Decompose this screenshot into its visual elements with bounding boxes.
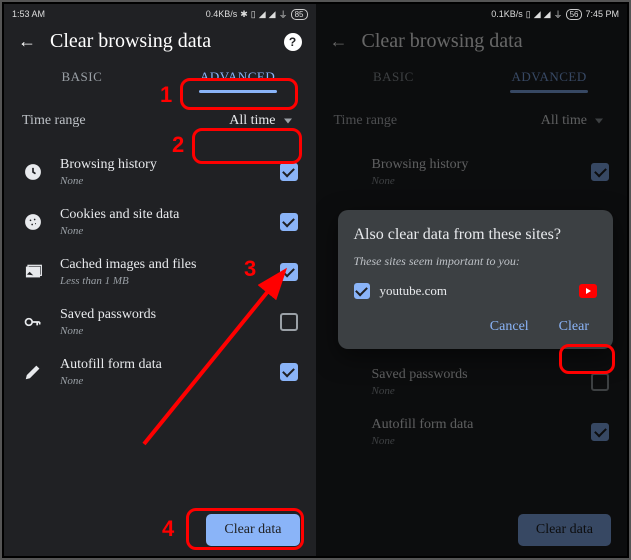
status-time: 1:53 AM <box>12 9 45 19</box>
battery-icon: 85 <box>291 9 308 20</box>
sim-icon: ▯ <box>526 9 531 20</box>
tabs: BASIC ADVANCED <box>316 61 628 95</box>
list-item[interactable]: Autofill form data None <box>316 407 628 457</box>
item-sub: None <box>60 375 264 387</box>
dialog-subtext: These sites seem important to you: <box>354 254 598 269</box>
phone-right: 0.1KB/s ▯ ◢ ◢ ⏚ 56 7:45 PM ← Clear brows… <box>316 4 628 556</box>
list-item[interactable]: Autofill form data None <box>4 347 316 397</box>
item-label: Cookies and site data <box>60 207 264 223</box>
item-label: Browsing history <box>60 157 264 173</box>
signal-icon: ◢ <box>544 9 551 20</box>
time-range-select[interactable]: All time <box>527 109 609 133</box>
annotation-number: 4 <box>162 516 174 542</box>
tab-advanced[interactable]: ADVANCED <box>160 61 316 95</box>
site-name: youtube.com <box>380 283 448 299</box>
phone-left: 1:53 AM 0.4KB/s ✱ ▯ ◢ ◢ ⏚ 85 ← Clear bro… <box>4 4 316 556</box>
checkbox[interactable] <box>280 163 298 181</box>
wifi-icon: ⏚ <box>554 8 563 21</box>
item-sub: None <box>60 225 264 237</box>
signal-icon: ◢ <box>259 9 266 20</box>
clear-data-button[interactable]: Clear data <box>518 514 611 546</box>
item-label: Autofill form data <box>372 417 576 433</box>
list-item[interactable]: Saved passwords None <box>4 297 316 347</box>
sim-icon: ▯ <box>251 9 256 20</box>
list-item[interactable]: Saved passwords None <box>316 357 628 407</box>
list-item[interactable]: Cached images and files Less than 1 MB <box>4 247 316 297</box>
page-title: Clear browsing data <box>362 30 614 53</box>
checkbox[interactable] <box>280 213 298 231</box>
key-icon <box>334 371 356 393</box>
annotation-number: 1 <box>160 82 172 108</box>
list-item[interactable]: Cookies and site data None <box>4 197 316 247</box>
status-time: 7:45 PM <box>585 9 619 19</box>
time-range-select[interactable]: All time <box>215 109 297 133</box>
item-sub: None <box>60 175 264 187</box>
checkbox[interactable] <box>280 363 298 381</box>
checkbox[interactable] <box>591 373 609 391</box>
status-bar: 1:53 AM 0.4KB/s ✱ ▯ ◢ ◢ ⏚ 85 <box>4 4 316 24</box>
checkbox[interactable] <box>354 283 370 299</box>
status-bar: 0.1KB/s ▯ ◢ ◢ ⏚ 56 7:45 PM <box>316 4 628 24</box>
page-title: Clear browsing data <box>50 30 284 53</box>
back-icon[interactable]: ← <box>330 31 348 52</box>
key-icon <box>22 311 44 333</box>
dialog-clear-button[interactable]: Clear <box>551 315 597 339</box>
annotation-number: 3 <box>244 256 256 282</box>
bluetooth-icon: ✱ <box>240 9 248 20</box>
checkbox[interactable] <box>280 263 298 281</box>
item-sub: None <box>60 325 264 337</box>
item-sub: None <box>372 175 576 187</box>
checkbox[interactable] <box>591 423 609 441</box>
signal-icon: ◢ <box>269 9 276 20</box>
dialog-cancel-button[interactable]: Cancel <box>482 315 537 339</box>
cookie-icon <box>22 211 44 233</box>
status-net: 0.1KB/s <box>491 9 523 19</box>
item-label: Browsing history <box>372 157 576 173</box>
battery-icon: 56 <box>566 9 583 20</box>
youtube-icon <box>579 284 597 298</box>
item-label: Saved passwords <box>372 367 576 383</box>
clear-data-button[interactable]: Clear data <box>206 514 299 546</box>
annotation-number: 2 <box>172 132 184 158</box>
title-bar: ← Clear browsing data <box>316 24 628 57</box>
time-range-label: Time range <box>334 113 527 129</box>
time-range-row: Time range All time <box>316 95 628 147</box>
item-label: Cached images and files <box>60 257 264 273</box>
item-sub: None <box>372 435 576 447</box>
image-icon <box>22 261 44 283</box>
tab-basic[interactable]: BASIC <box>316 61 472 95</box>
item-sub: Less than 1 MB <box>60 275 264 287</box>
item-label: Autofill form data <box>60 357 264 373</box>
title-bar: ← Clear browsing data ? <box>4 24 316 57</box>
signal-icon: ◢ <box>534 9 541 20</box>
list-item[interactable]: Browsing history None <box>4 147 316 197</box>
pencil-icon <box>22 361 44 383</box>
confirm-dialog: Also clear data from these sites? These … <box>338 210 614 349</box>
dialog-site-row[interactable]: youtube.com <box>354 283 598 299</box>
checkbox[interactable] <box>280 313 298 331</box>
clock-icon <box>334 161 356 183</box>
item-sub: None <box>372 385 576 397</box>
checkbox[interactable] <box>591 163 609 181</box>
item-label: Saved passwords <box>60 307 264 323</box>
list-item[interactable]: Browsing history None <box>316 147 628 197</box>
tab-advanced[interactable]: ADVANCED <box>471 61 627 95</box>
pencil-icon <box>334 421 356 443</box>
tab-basic[interactable]: BASIC <box>4 61 160 95</box>
help-icon[interactable]: ? <box>284 33 302 51</box>
status-net: 0.4KB/s <box>206 9 238 19</box>
back-icon[interactable]: ← <box>18 31 36 52</box>
time-range-label: Time range <box>22 113 215 129</box>
wifi-icon: ⏚ <box>279 8 288 21</box>
dialog-heading: Also clear data from these sites? <box>354 226 598 244</box>
clock-icon <box>22 161 44 183</box>
